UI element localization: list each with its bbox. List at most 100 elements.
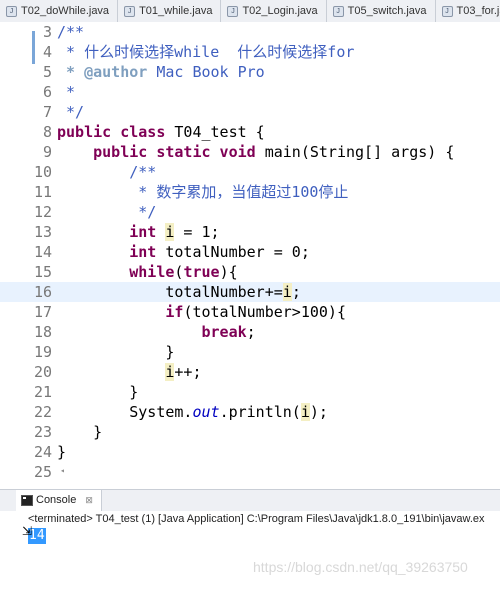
variable-occurrence: i (282, 283, 292, 301)
java-file-icon: J (124, 5, 136, 17)
code-line: 23 } (0, 422, 500, 442)
line-number: 18 (33, 323, 52, 341)
code-text: i++; (57, 362, 202, 382)
tab-label: T02_doWhile.java (21, 5, 110, 17)
line-number: 4 (42, 43, 52, 61)
code-line: 5 * @author Mac Book Pro (0, 62, 500, 82)
code-text: /** (57, 163, 157, 181)
console-tab-bar: Console ⊠ (0, 489, 500, 512)
line-number: 3 (42, 23, 52, 41)
console-icon (21, 495, 33, 506)
code-editor[interactable]: 3 /** 4 * 什么时候选择while 什么时候选择for 5 * @aut… (0, 22, 500, 481)
line-number: 22 (33, 403, 52, 421)
tab-console[interactable]: Console ⊠ (16, 490, 102, 511)
line-number: 6 (42, 83, 52, 101)
line-number: 11 (33, 183, 52, 201)
code-line: 6 * (0, 82, 500, 102)
code-token: totalNumber+= (165, 283, 283, 301)
editor-tab-bar: J T02_doWhile.java J T01_while.java J T0… (0, 0, 500, 23)
tab-label: T01_while.java (139, 5, 213, 17)
keyword: if (165, 303, 184, 321)
code-line: 4 * 什么时候选择while 什么时候选择for (0, 42, 500, 62)
line-number: 21 (33, 383, 52, 401)
code-token: = 1; (174, 223, 220, 241)
console-output-area[interactable]: <terminated> T04_test (1) [Java Applicat… (0, 511, 500, 589)
code-text: break; (57, 322, 256, 342)
code-text: public static void main(String[] args) { (57, 142, 454, 162)
code-token: Mac Book Pro (147, 63, 265, 81)
code-line: 17 if(totalNumber>100){ (0, 302, 500, 322)
code-token: main(String[] args) { (255, 143, 455, 161)
tab-t03-for[interactable]: J T03_for.java (436, 0, 500, 22)
code-text: } (57, 443, 67, 461)
scroll-left-icon[interactable]: ◂ (60, 466, 65, 475)
code-text: while(true){ (57, 262, 238, 282)
tab-t02-login[interactable]: J T02_Login.java (221, 0, 327, 22)
code-line: 22 System.out.println(i); (0, 402, 500, 422)
code-token: ); (309, 403, 328, 421)
line-number: 9 (42, 143, 52, 161)
tab-t01-while[interactable]: J T01_while.java (118, 0, 222, 22)
line-number: 23 (33, 423, 52, 441)
code-line: 19 } (0, 342, 500, 362)
code-text: } (57, 383, 139, 401)
code-line: 10 /** (0, 162, 500, 182)
code-line: 8 public class T04_test { (0, 122, 500, 142)
code-line: 13 int i = 1; (0, 222, 500, 242)
line-number: 16 (33, 283, 52, 301)
close-icon[interactable]: ⊠ (85, 495, 93, 505)
code-text: } (57, 343, 175, 361)
code-text: * 什么时候选择while 什么时候选择for (57, 43, 355, 61)
line-number: 25 (33, 463, 52, 481)
line-number: 17 (33, 303, 52, 321)
code-line: 12 */ (0, 202, 500, 222)
code-line: 20 i++; (0, 362, 500, 382)
line-number: 14 (33, 243, 52, 261)
code-token: ; (246, 323, 256, 341)
code-text: int totalNumber = 0; (57, 242, 310, 262)
variable-occurrence: i (300, 403, 310, 421)
cursor-icon: ⇲ (22, 524, 33, 538)
code-line: 21 } (0, 382, 500, 402)
line-number: 20 (33, 363, 52, 381)
java-file-icon: J (441, 5, 453, 17)
code-token: (totalNumber>100){ (183, 303, 346, 321)
horizontal-scrollbar[interactable]: ◂ (60, 466, 500, 478)
code-text: */ (57, 103, 85, 121)
java-file-icon: J (227, 5, 239, 17)
keyword: int (129, 223, 157, 241)
code-line: 7 */ (0, 102, 500, 122)
code-text: * (57, 83, 76, 101)
keyword: true (183, 263, 220, 281)
code-text: } (57, 423, 103, 441)
code-line: 24 } (0, 442, 500, 462)
java-file-icon: J (332, 5, 344, 17)
code-text: /** (57, 23, 85, 41)
line-number: 19 (33, 343, 52, 361)
keyword: public static void (93, 143, 256, 161)
keyword: break (201, 323, 247, 341)
code-token: System. (129, 403, 193, 421)
tab-t05-switch[interactable]: J T05_switch.java (327, 0, 436, 22)
line-number: 12 (33, 203, 52, 221)
code-line: 9 public static void main(String[] args)… (0, 142, 500, 162)
tab-t02-dowhile[interactable]: J T02_doWhile.java (0, 0, 119, 22)
code-line: 18 break; (0, 322, 500, 342)
code-token: totalNumber = 0; (156, 243, 310, 261)
code-text: if(totalNumber>100){ (57, 302, 346, 322)
line-number: 13 (33, 223, 52, 241)
line-number: 5 (42, 63, 52, 81)
console-tab-label: Console (36, 494, 77, 506)
tab-label: T03_for.java (456, 5, 500, 17)
console-status: <terminated> T04_test (1) [Java Applicat… (28, 513, 485, 525)
code-token: ){ (219, 263, 238, 281)
tab-label: T05_switch.java (347, 5, 427, 17)
code-text: public class T04_test { (57, 122, 265, 142)
line-number: 7 (42, 103, 52, 121)
line-number: 24 (33, 443, 52, 461)
static-field: out (192, 403, 220, 421)
